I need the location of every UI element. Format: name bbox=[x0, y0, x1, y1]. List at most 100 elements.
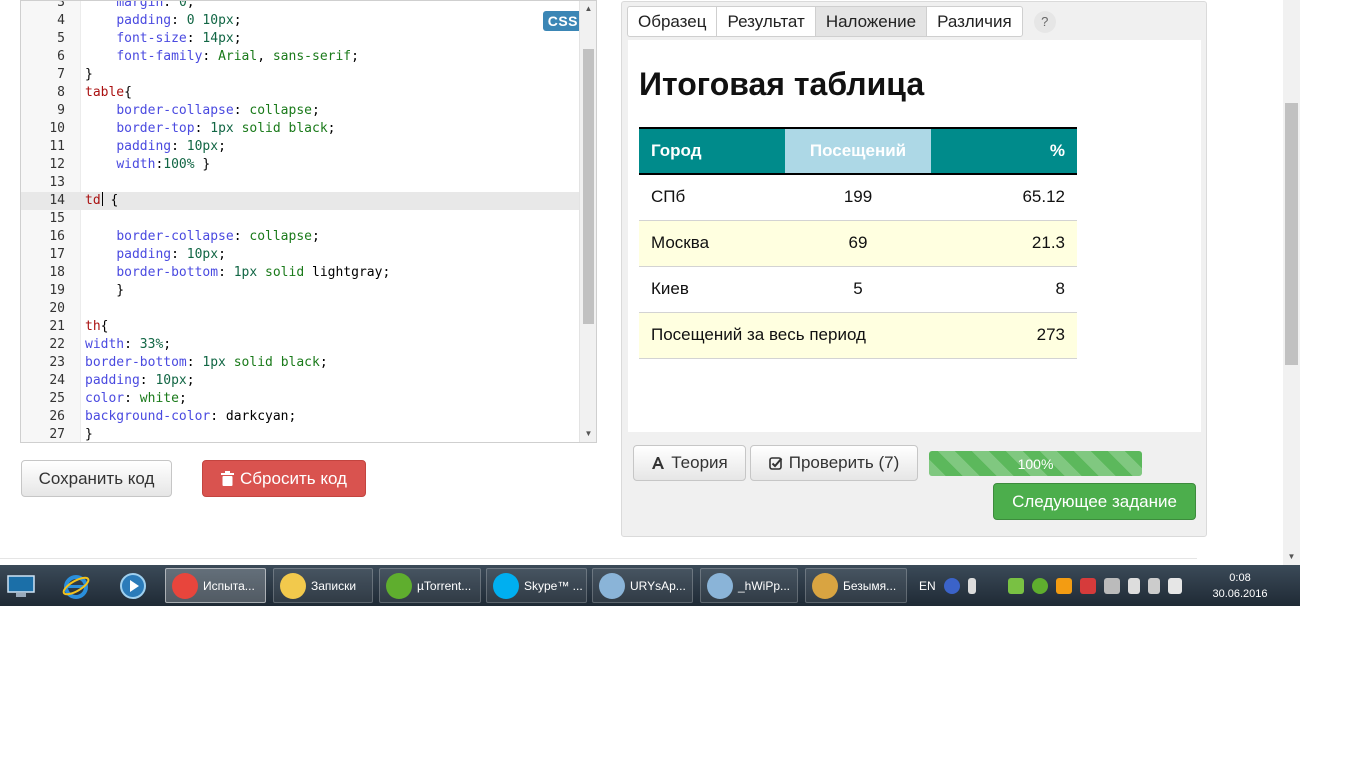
taskbar-button[interactable]: Skype™ ... bbox=[486, 568, 587, 603]
tab-sample[interactable]: Образец bbox=[627, 6, 718, 37]
table-row: Москва 69 21.3 bbox=[639, 220, 1077, 267]
taskbar-button[interactable]: URYsAp... bbox=[592, 568, 693, 603]
code-line[interactable]: 21 th{ bbox=[21, 318, 579, 336]
code-line[interactable]: 18 border-bottom: 1px solid lightgray; bbox=[21, 264, 579, 282]
code-text: font-family: Arial, sans-serif; bbox=[85, 48, 359, 66]
tab-result[interactable]: Результат bbox=[716, 6, 816, 37]
code-token: } bbox=[85, 67, 93, 82]
font-icon bbox=[652, 457, 665, 469]
line-number: 4 bbox=[57, 13, 65, 28]
taskbar-button[interactable]: _hWiPp... bbox=[700, 568, 798, 603]
scroll-up-icon[interactable]: ▲ bbox=[580, 1, 596, 17]
code-line[interactable]: 20 bbox=[21, 300, 579, 318]
language-settings-icon[interactable] bbox=[967, 577, 976, 594]
code-line[interactable]: 27} bbox=[21, 426, 579, 442]
reset-code-button[interactable]: Сбросить код bbox=[202, 460, 366, 497]
tray-app-icon[interactable] bbox=[1007, 577, 1024, 594]
code-token: th bbox=[85, 319, 101, 334]
cell-city: Киев bbox=[639, 266, 785, 313]
editor-scrollbar[interactable]: ▲ ▼ bbox=[579, 1, 596, 442]
code-line[interactable]: 3 margin: 0; bbox=[21, 0, 579, 12]
code-line[interactable]: 26 background-color: darkcyan; bbox=[21, 408, 579, 426]
code-line[interactable]: 25 color: white; bbox=[21, 390, 579, 408]
code-token: ; bbox=[351, 49, 359, 64]
clock-time: 0:08 bbox=[1229, 572, 1251, 584]
code-line[interactable]: 22 width: 33%; bbox=[21, 336, 579, 354]
flag-icon[interactable] bbox=[1103, 577, 1120, 594]
code-token: padding bbox=[116, 13, 172, 28]
code-token: ; bbox=[186, 0, 195, 10]
code-text: table{ bbox=[85, 84, 132, 102]
code-text: font-size: 14px; bbox=[85, 30, 241, 48]
internet-explorer-icon[interactable] bbox=[59, 569, 93, 603]
code-line[interactable]: 11 padding: 10px; bbox=[21, 138, 579, 156]
taskbar-button[interactable]: Испыта... bbox=[165, 568, 266, 603]
code-token: 1px bbox=[210, 121, 234, 136]
network-icon[interactable] bbox=[1147, 577, 1160, 594]
code-line[interactable]: 15 bbox=[21, 210, 579, 228]
code-line[interactable]: 9 border-collapse: collapse; bbox=[21, 102, 579, 120]
page-scroll-thumb[interactable] bbox=[1285, 103, 1298, 365]
tray-app-icon[interactable] bbox=[1055, 577, 1072, 594]
scroll-down-icon[interactable]: ▼ bbox=[580, 426, 596, 442]
check-button[interactable]: Проверить (7) bbox=[750, 445, 918, 481]
code-line[interactable]: 7} bbox=[21, 66, 579, 84]
code-lines[interactable]: 3 margin: 0; 4 padding: 0 10px; 5 font-siz… bbox=[21, 0, 579, 442]
code-line[interactable]: 4 padding: 0 10px; bbox=[21, 12, 579, 30]
taskbar-button[interactable]: Записки bbox=[273, 568, 373, 603]
code-line[interactable]: 5 font-size: 14px; bbox=[21, 30, 579, 48]
code-token: solid bbox=[233, 355, 273, 370]
taskbar: Испыта... Записки µTorrent... Skype™ ... URY… bbox=[0, 565, 1300, 606]
line-number: 7 bbox=[57, 67, 65, 82]
code-line[interactable]: 6 font-family: Arial, sans-serif; bbox=[21, 48, 579, 66]
theory-label: Теория bbox=[671, 453, 728, 472]
code-line[interactable]: 12 width:100% } bbox=[21, 156, 579, 174]
code-token: : bbox=[171, 13, 187, 28]
code-token: solid bbox=[265, 265, 305, 280]
help-tray-icon[interactable] bbox=[943, 577, 960, 594]
antivirus-tray-icon[interactable] bbox=[1079, 577, 1096, 594]
code-line[interactable]: 19 } bbox=[21, 282, 579, 300]
code-token: : bbox=[218, 265, 234, 280]
next-task-label: Следующее задание bbox=[1012, 491, 1177, 511]
tab-differences[interactable]: Различия bbox=[926, 6, 1023, 37]
code-line[interactable]: 8 table{ bbox=[21, 84, 579, 102]
language-indicator[interactable]: EN bbox=[919, 579, 936, 593]
utorrent-tray-icon[interactable] bbox=[1031, 577, 1048, 594]
taskbar-button[interactable]: µTorrent... bbox=[379, 568, 481, 603]
save-code-button[interactable]: Сохранить код bbox=[21, 460, 172, 497]
code-token: } bbox=[85, 427, 93, 442]
line-number: 8 bbox=[57, 85, 65, 100]
code-line[interactable]: 14 td { bbox=[21, 192, 579, 210]
page-scroll-down-icon[interactable]: ▼ bbox=[1283, 549, 1300, 565]
code-line[interactable]: 24 padding: 10px; bbox=[21, 372, 579, 390]
code-line[interactable]: 23 border-bottom: 1px solid black; bbox=[21, 354, 579, 372]
code-editor[interactable]: 3 margin: 0; 4 padding: 0 10px; 5 font-siz… bbox=[20, 0, 597, 443]
code-line[interactable]: 16 border-collapse: collapse; bbox=[21, 228, 579, 246]
total-row: Посещений за весь период 273 bbox=[639, 312, 1077, 359]
page-scrollbar[interactable]: ▼ bbox=[1283, 0, 1300, 565]
editor-scroll-thumb[interactable] bbox=[583, 49, 594, 324]
clock[interactable]: 0:08 30.06.2016 bbox=[1195, 570, 1285, 602]
code-line[interactable]: 13 bbox=[21, 174, 579, 192]
code-token: lightgray bbox=[312, 265, 383, 280]
tab-overlay[interactable]: Наложение bbox=[814, 6, 928, 37]
media-player-icon[interactable] bbox=[116, 569, 150, 603]
code-text: border-collapse: collapse; bbox=[85, 102, 320, 120]
next-task-button[interactable]: Следующее задание bbox=[993, 483, 1196, 520]
code-text: border-bottom: 1px solid black; bbox=[85, 354, 328, 372]
power-icon[interactable] bbox=[1127, 577, 1140, 594]
preview-area: Итоговая таблица Город Посещений % СПб 1… bbox=[628, 40, 1201, 432]
code-text: padding: 0 10px; bbox=[85, 12, 241, 30]
code-line[interactable]: 10 border-top: 1px solid black; bbox=[21, 120, 579, 138]
show-desktop-icon[interactable] bbox=[4, 569, 38, 603]
volume-icon[interactable] bbox=[1167, 577, 1182, 594]
code-line[interactable]: 17 padding: 10px; bbox=[21, 246, 579, 264]
help-icon[interactable]: ? bbox=[1033, 10, 1056, 33]
theory-button[interactable]: Теория bbox=[633, 445, 746, 481]
taskbar-button[interactable]: Безымя... bbox=[805, 568, 907, 603]
